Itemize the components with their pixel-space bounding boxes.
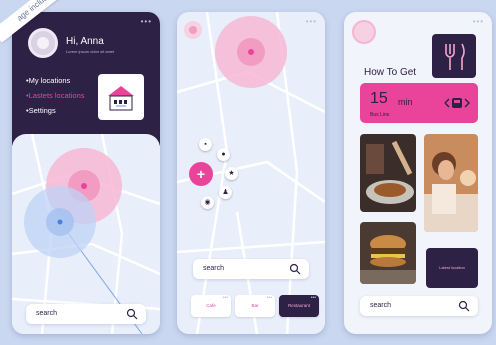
search-placeholder: search [203, 265, 225, 272]
search-icon[interactable] [458, 300, 470, 312]
person-icon[interactable]: ♟ [219, 186, 232, 199]
latest-location-tile[interactable]: Latest location [426, 248, 478, 288]
map-screen: ••• + ▪ ● ★ ♟ ◉ search ••• Cafe ••• Bar ••… [177, 12, 325, 334]
avatar[interactable] [28, 28, 58, 58]
restaurant-tile[interactable] [432, 34, 476, 78]
fork-knife-icon [445, 43, 465, 70]
filter-chip-restaurant[interactable]: ••• Restaurant [279, 295, 319, 317]
route-line: Bus Line [370, 112, 390, 118]
cafe-icon[interactable]: ▪ [199, 138, 212, 151]
avatar[interactable] [352, 20, 376, 44]
greeting: Hi, Anna [66, 36, 104, 47]
more-dots-icon[interactable]: ••• [141, 17, 152, 26]
view-icon[interactable]: ◉ [201, 196, 214, 209]
more-dots-icon[interactable]: ••• [306, 17, 317, 26]
burger-photo[interactable] [360, 222, 416, 284]
bus-icon[interactable] [442, 96, 472, 110]
menu-item-latest-locations[interactable]: •Lastets locations [26, 91, 85, 100]
add-location-button[interactable]: + [189, 162, 213, 186]
house-illustration-card [98, 74, 144, 120]
map-view[interactable]: search [12, 134, 160, 334]
filter-chip-bar[interactable]: ••• Bar [235, 295, 275, 317]
search-input[interactable]: search [26, 304, 146, 324]
greeting-subtitle: Lorem ipsum dolor sit amet [66, 49, 115, 54]
route-card[interactable]: 15 min Bus Line [360, 83, 478, 123]
profile-screen: ••• Hi, Anna Lorem ipsum dolor sit amet … [12, 12, 160, 334]
route-unit: min [398, 97, 413, 107]
house-icon [108, 86, 134, 111]
menu-item-my-locations[interactable]: •My locations [26, 76, 85, 85]
search-icon[interactable] [126, 308, 138, 320]
side-menu: •My locations •Lastets locations •Settin… [26, 76, 85, 121]
filter-chip-cafe[interactable]: ••• Cafe [191, 295, 231, 317]
search-input[interactable]: search [193, 259, 309, 279]
search-icon[interactable] [289, 263, 301, 275]
page-title: How To Get [364, 67, 417, 78]
dining-people-photo[interactable] [424, 134, 478, 232]
more-dots-icon[interactable]: ••• [473, 17, 484, 26]
search-placeholder: search [370, 302, 392, 309]
search-input[interactable]: search [360, 296, 478, 316]
menu-item-settings[interactable]: •Settings [26, 106, 85, 115]
profile-header: ••• Hi, Anna Lorem ipsum dolor sit amet … [12, 12, 160, 146]
food-photo[interactable] [360, 134, 416, 212]
star-icon[interactable]: ★ [225, 167, 238, 180]
pin-icon[interactable]: ● [217, 148, 230, 161]
search-placeholder: search [36, 310, 58, 317]
directions-screen: ••• How To Get 15 min Bus Line Latest lo… [344, 12, 492, 334]
route-time: 15 [370, 90, 388, 107]
